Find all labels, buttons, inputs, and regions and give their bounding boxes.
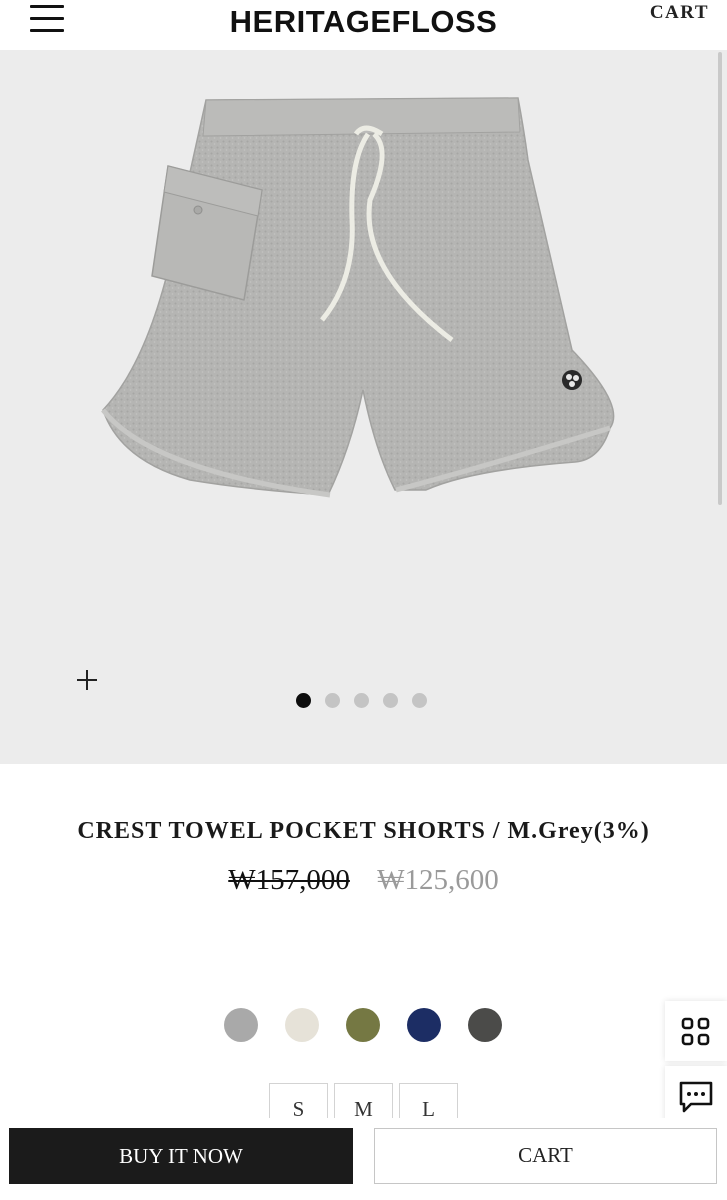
- chat-button[interactable]: [665, 1066, 727, 1126]
- sale-price: ₩125,600: [377, 864, 499, 896]
- product-image-gallery[interactable]: [0, 50, 727, 764]
- plus-icon[interactable]: [72, 665, 102, 695]
- color-swatch-cream[interactable]: [285, 1008, 319, 1042]
- buy-it-now-button[interactable]: BUY IT NOW: [9, 1128, 353, 1184]
- slide-dot-2[interactable]: [325, 693, 340, 708]
- color-swatch-navy[interactable]: [407, 1008, 441, 1042]
- product-title: CREST TOWEL POCKET SHORTS / M.Grey(3%): [77, 818, 650, 844]
- color-swatch-charcoal[interactable]: [468, 1008, 502, 1042]
- chat-bubble-icon: [679, 1081, 713, 1113]
- product-image: [101, 97, 615, 498]
- price-row: ₩157,000 ₩125,600: [0, 864, 727, 897]
- slide-dot-3[interactable]: [354, 693, 369, 708]
- slide-dot-4[interactable]: [383, 693, 398, 708]
- bottom-action-bar: BUY IT NOW CART: [0, 1118, 727, 1200]
- color-options: [224, 1008, 502, 1042]
- grid-button[interactable]: [665, 1001, 727, 1061]
- gallery-scrollbar[interactable]: [718, 52, 722, 505]
- color-swatch-olive[interactable]: [346, 1008, 380, 1042]
- slide-indicator: [296, 693, 427, 709]
- grid-icon: [681, 1017, 710, 1046]
- add-to-cart-button[interactable]: CART: [374, 1128, 717, 1184]
- header: HERITAGEFLOSS CART: [0, 0, 727, 50]
- slide-dot-1[interactable]: [296, 693, 311, 708]
- header-cart-link[interactable]: CART: [650, 2, 709, 24]
- original-price: ₩157,000: [228, 864, 350, 896]
- slide-dot-5[interactable]: [412, 693, 427, 708]
- site-logo[interactable]: HERITAGEFLOSS: [0, 4, 727, 40]
- color-swatch-grey[interactable]: [224, 1008, 258, 1042]
